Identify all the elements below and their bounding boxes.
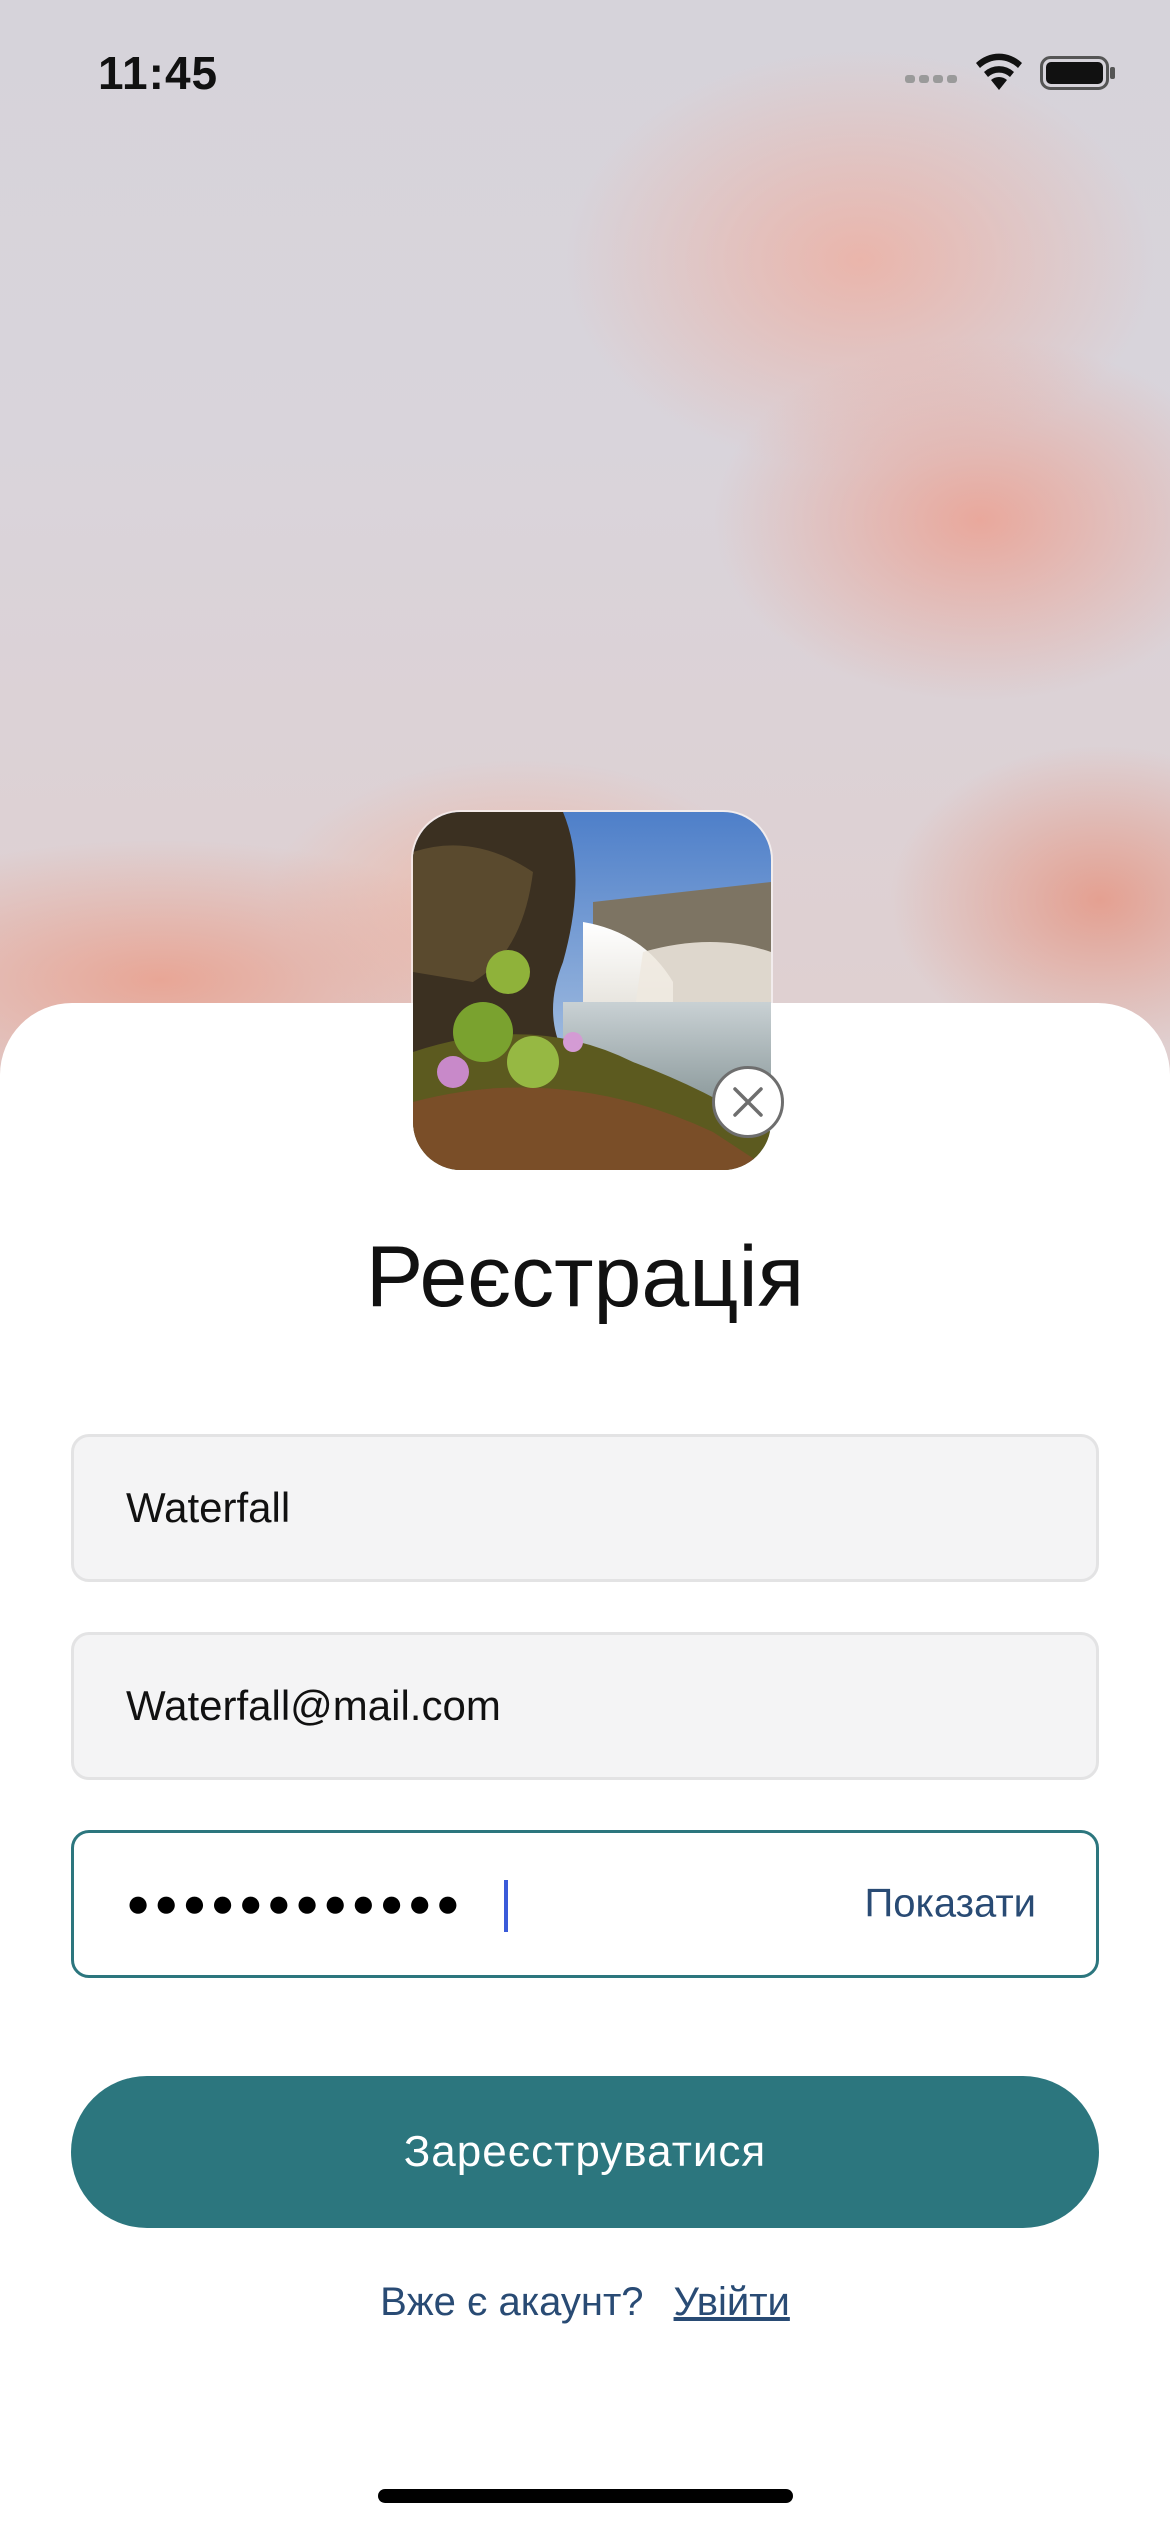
email-field[interactable]: Waterfall@mail.com: [71, 1632, 1099, 1780]
battery-icon: [1040, 56, 1116, 90]
name-field[interactable]: Waterfall: [71, 1434, 1099, 1582]
password-field[interactable]: ●●●●●●●●●●●● Показати: [71, 1830, 1099, 1978]
cellular-icon: [905, 70, 961, 86]
status-bar: 11:45: [0, 0, 1170, 150]
status-time: 11:45: [98, 47, 219, 99]
home-indicator: [378, 2489, 793, 2503]
wifi-icon: [973, 52, 1025, 92]
password-value: ●●●●●●●●●●●●: [126, 1881, 464, 1926]
page-title: Реєстрація: [365, 1229, 805, 1325]
name-value: Waterfall: [126, 1484, 291, 1531]
login-question: Вже є акаунт?: [380, 2280, 644, 2324]
login-link[interactable]: Увійти: [674, 2280, 790, 2324]
text-cursor: [504, 1880, 508, 1932]
close-icon: [733, 1087, 763, 1117]
login-prompt: Вже є акаунт? Увійти: [0, 2280, 1170, 2325]
remove-photo-button[interactable]: [712, 1066, 784, 1138]
register-button[interactable]: Зареєструватися: [71, 2076, 1099, 2228]
email-value: Waterfall@mail.com: [126, 1682, 501, 1729]
show-password-button[interactable]: Показати: [864, 1882, 1036, 1927]
